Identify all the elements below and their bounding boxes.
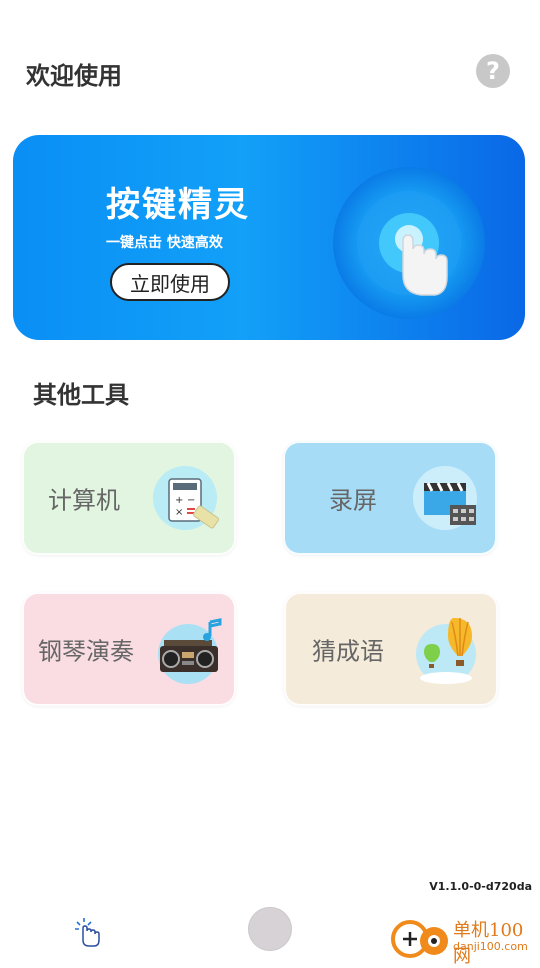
auto-clicker-banner[interactable]: 按键精灵 一键点击 快速高效 立即使用 [13,135,525,340]
tool-card-calculator[interactable]: 计算机 + − × [22,441,236,555]
use-now-button[interactable]: 立即使用 [110,263,230,301]
tool-card-label: 猜成语 [312,637,384,666]
page-title: 欢迎使用 [26,62,122,90]
section-title: 其他工具 [33,381,129,409]
video-clapper-icon [413,466,477,530]
svg-text:×: × [175,507,183,518]
tap-hand-icon [333,167,485,319]
radio-music-icon [158,618,222,684]
watermark-logo: 单机100网 danji100.com [390,916,540,967]
tool-card-piano[interactable]: 钢琴演奏 [22,592,236,706]
svg-text:−: − [187,495,195,506]
help-question-icon[interactable]: ? [476,54,510,88]
tool-card-label: 计算机 [48,486,120,515]
tool-card-guess-idiom[interactable]: 猜成语 [284,592,498,706]
tool-card-label: 钢琴演奏 [38,637,134,666]
watermark-url: danji100.com [453,940,528,953]
tool-card-label: 录屏 [329,486,377,515]
tool-card-screen-record[interactable]: 录屏 [283,441,497,555]
home-circle-icon[interactable] [248,907,292,951]
watermark-badge-icon [391,920,448,958]
hot-air-balloon-icon [416,618,476,684]
svg-text:+: + [175,495,183,506]
calculator-icon: + − × [153,466,219,530]
version-label: V1.1.0-0-d720da [429,880,532,893]
banner-title: 按键精灵 [106,185,250,225]
tap-sparkle-icon[interactable] [74,916,104,948]
banner-subtitle: 一键点击 快速高效 [106,235,223,251]
